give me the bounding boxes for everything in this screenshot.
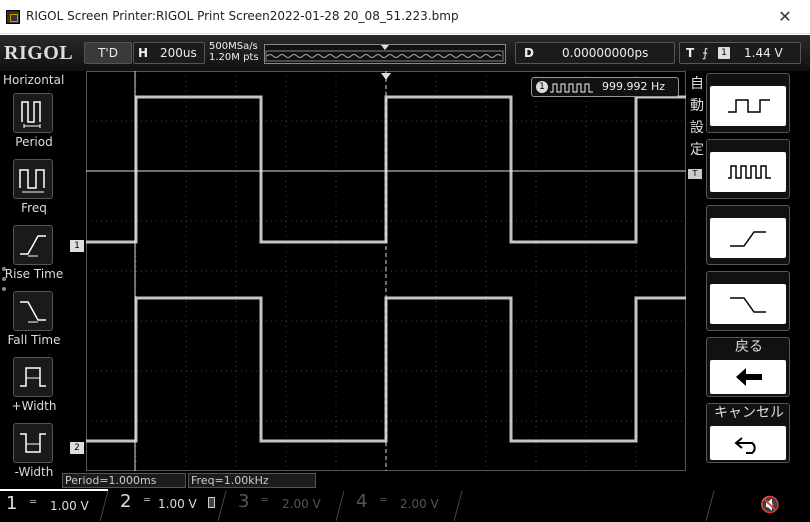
measure-period-label: Period [15,135,53,149]
falling-edge-icon [710,284,786,324]
falling-edge-button[interactable] [706,271,790,331]
memory-depth: 1.20M pts [209,52,259,63]
back-button[interactable]: 戻る [706,337,790,397]
freq-icon [13,159,53,199]
positive-width-icon [13,357,53,397]
negative-width-icon [13,423,53,463]
rise-time-icon [13,225,53,265]
rising-edge-icon [710,218,786,258]
measurement-status: Period=1.000ms Freq=1.00kHz [62,473,702,489]
delay-label: D [524,46,534,60]
rigol-logo: RIGOL [4,42,74,64]
frequency-readout[interactable]: 1 999.992 Hz [531,77,679,97]
multi-cycle-icon [710,152,786,192]
single-cycle-icon [710,86,786,126]
trigger-level: 1.44 V [744,46,783,60]
measure-negative-width-label: -Width [14,465,54,479]
status-bar: RIGOL T'D H 200us 500MSa/s 1.20M pts D 0… [0,35,810,71]
trigger-label: T [686,46,695,60]
measure-rise-time-label: Rise Time [4,267,64,281]
measure-freq[interactable]: Freq [3,155,61,219]
period-icon [13,93,53,133]
channel-bar: 1 ═ 1.00 V 2 ═ 1.00 V 3 ═ 2.00 V 4 ═ 2.0… [0,489,810,522]
app-icon [6,10,20,24]
scope-screen: RIGOL T'D H 200us 500MSa/s 1.20M pts D 0… [0,35,810,522]
cancel-button[interactable]: キャンセル [706,403,790,463]
channel-1-marker[interactable]: 1 [70,240,84,252]
cancel-label: キャンセル [714,405,784,421]
pulse-train-icon [550,83,593,93]
window-title: RIGOL Screen Printer:RIGOL Print Screen2… [26,9,459,23]
back-label: 戻る [735,339,763,355]
measure-fall-time-label: Fall Time [7,333,61,347]
horizontal-measure-menu: Horizontal Period Freq Rise Time Fall Ti… [0,71,65,489]
channel-2-marker[interactable]: 2 [70,442,84,454]
readout-channel: 1 [536,81,548,93]
rising-edge-button[interactable] [706,205,790,265]
speaker-muted-icon[interactable]: 🔇 [760,495,780,514]
multi-cycle-button[interactable] [706,139,790,199]
trigger-edge-icon: ⨍ [702,46,709,60]
run-mode-indicator[interactable]: T'D [84,42,132,64]
auto-setup-title: 自 動 設 定 [690,76,704,158]
trigger-channel: 1 [718,47,730,59]
horizontal-timebase[interactable]: H 200us [133,42,205,64]
window-titlebar: RIGOL Screen Printer:RIGOL Print Screen2… [0,0,810,34]
timebase-value: 200us [160,46,197,60]
channel-bar-dividers [99,490,715,522]
measure-period[interactable]: Period [3,89,61,153]
trigger-position-marker [381,73,391,80]
waveform-display [86,71,686,471]
auto-setup-menu: 自 動 設 定 戻る キャンセル [686,71,810,489]
back-arrow-icon [710,360,786,394]
channel-1-waveform [86,95,686,244]
single-cycle-button[interactable] [706,73,790,133]
fall-time-icon [13,291,53,331]
waveform-grid [86,71,686,471]
measure-freq-label: Freq [21,201,47,215]
close-button[interactable]: ✕ [770,6,800,28]
sample-rate: 500MSa/s [209,41,258,52]
period-measurement[interactable]: Period=1.000ms [62,473,186,488]
measure-negative-width[interactable]: -Width [3,419,61,483]
left-menu-title: Horizontal [3,73,65,87]
channel-2-waveform [86,296,686,443]
memory-position-bar [264,44,506,64]
trigger-box[interactable]: T ⨍ 1 1.44 V [679,42,801,64]
delay-value: 0.00000000ps [562,46,649,60]
measure-fall-time[interactable]: Fall Time [3,287,61,351]
freq-measurement[interactable]: Freq=1.00kHz [188,473,316,488]
acquisition-info: 500MSa/s 1.20M pts [209,41,259,63]
measure-positive-width[interactable]: +Width [3,353,61,417]
delay-box[interactable]: D 0.00000000ps [515,42,675,64]
readout-value: 999.992 Hz [602,80,666,93]
undo-icon [710,426,786,460]
measure-positive-width-label: +Width [11,399,57,413]
trigger-level-marker[interactable]: T [688,169,702,179]
measure-rise-time[interactable]: Rise Time [3,221,63,285]
horizontal-label: H [138,46,149,60]
